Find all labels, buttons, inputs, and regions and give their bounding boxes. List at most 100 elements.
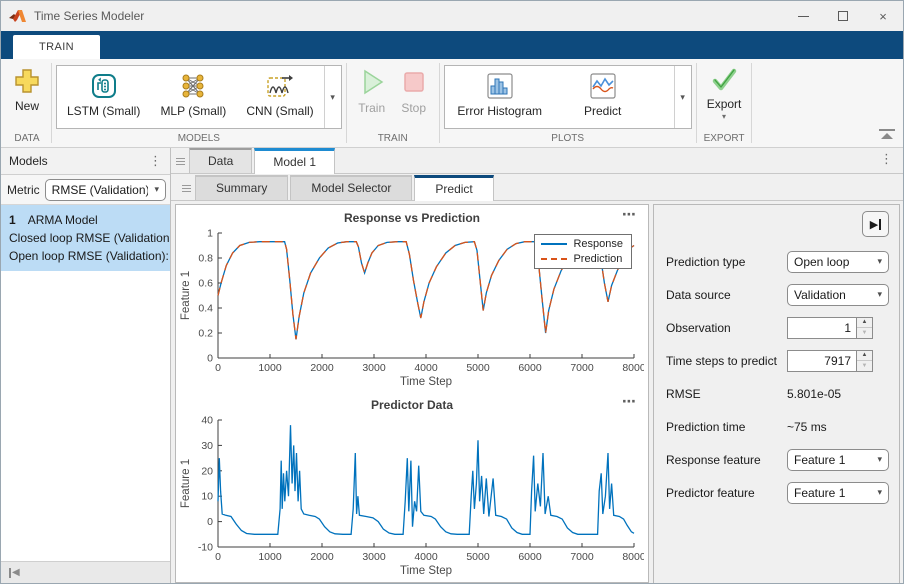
tab-summary[interactable]: Summary xyxy=(195,175,288,200)
metric-row: Metric RMSE (Validation) ▾ xyxy=(1,175,170,205)
section-models-label: MODELS xyxy=(176,131,222,147)
collapse-panel-left-button[interactable]: ◀ xyxy=(9,567,20,578)
toolstrip-divider xyxy=(751,63,752,143)
collapse-left-icon: ◀ xyxy=(12,567,20,578)
x-tick-label: 2000 xyxy=(310,362,334,374)
y-tick-label: 1 xyxy=(207,228,213,240)
model-list: 1 ARMA Model Closed loop RMSE (Validatio… xyxy=(1,205,170,561)
spinner-up-icon[interactable]: ▲ xyxy=(857,318,872,329)
chart-title: Predictor Data xyxy=(371,398,453,412)
section-models: LSTM (Small) xyxy=(52,59,346,147)
chevron-down-icon: ▾ xyxy=(680,92,685,103)
panel-menu-icon[interactable]: ⋮ xyxy=(149,154,162,169)
model-template-lstm[interactable]: LSTM (Small) xyxy=(57,66,150,128)
tab-train[interactable]: TRAIN xyxy=(13,35,100,59)
models-gallery-dropdown-button[interactable]: ▾ xyxy=(324,66,341,128)
y-axis-label: Feature 1 xyxy=(180,271,192,320)
predict-plot-icon xyxy=(588,71,618,101)
predict-options-panel: ▶ Prediction type Open loop ▾ Data sourc… xyxy=(653,204,900,583)
model-template-cnn[interactable]: CNN (Small) xyxy=(236,66,323,128)
train-button[interactable]: Train xyxy=(351,63,393,119)
window-title: Time Series Modeler xyxy=(34,9,783,23)
model-list-item-selected[interactable]: 1 ARMA Model Closed loop RMSE (Validatio… xyxy=(1,205,170,271)
predictor-feature-row: Predictor feature Feature 1 ▾ xyxy=(666,476,889,509)
models-panel-title: Models xyxy=(9,154,48,168)
spinner-up-icon[interactable]: ▲ xyxy=(857,351,872,362)
x-tick-label: 4000 xyxy=(414,362,438,374)
y-tick-label: 0 xyxy=(207,353,213,365)
x-tick-label: 7000 xyxy=(570,551,594,563)
y-tick-label: 0 xyxy=(207,516,213,528)
models-panel-header: Models ⋮ xyxy=(1,148,170,175)
app-window: Time Series Modeler × TRAIN New DATA xyxy=(0,0,904,584)
predict-tab-content: Response vs Prediction ⋯ 0 1000 2000 3000 40… xyxy=(171,201,903,583)
chart-predictor-data: Predictor Data ⋯ 01000200030004000500060… xyxy=(178,394,646,582)
rmse-row: RMSE 5.801e-05 xyxy=(666,377,889,410)
response-feature-value: Feature 1 xyxy=(794,453,871,467)
spinner-down-icon[interactable]: ▼ xyxy=(857,361,872,371)
collapse-right-bar xyxy=(879,219,881,230)
metric-dropdown[interactable]: RMSE (Validation) ▾ xyxy=(45,179,166,201)
data-source-dropdown[interactable]: Validation ▾ xyxy=(787,284,889,306)
tab-model-selector[interactable]: Model Selector xyxy=(290,175,412,200)
stop-button-label: Stop xyxy=(401,101,426,115)
rmse-label: RMSE xyxy=(666,387,787,401)
prediction-type-dropdown[interactable]: Open loop ▾ xyxy=(787,251,889,273)
y-tick-label: 0.2 xyxy=(198,328,213,340)
x-tick-label: 3000 xyxy=(362,362,386,374)
chart-options-icon[interactable]: ⋯ xyxy=(622,207,636,223)
chevron-down-icon: ▾ xyxy=(330,92,335,103)
plots-gallery: Error Histogram Predict ▾ xyxy=(444,65,692,129)
cnn-icon xyxy=(265,71,295,101)
x-tick-label: 6000 xyxy=(518,551,542,563)
prediction-time-value: ~75 ms xyxy=(787,420,889,434)
section-train: Train Stop TRAIN xyxy=(347,59,439,147)
spinner-down-icon[interactable]: ▼ xyxy=(857,328,872,338)
models-panel-footer: ◀ xyxy=(1,561,170,583)
document-menu-icon[interactable]: ⋮ xyxy=(880,152,903,173)
data-source-label: Data source xyxy=(666,288,787,302)
observation-spinner: ▲ ▼ xyxy=(787,317,873,339)
document-tab-bar: Data Model 1 ⋮ xyxy=(171,148,903,174)
y-tick-label: 0.8 xyxy=(198,253,213,265)
plot-predict[interactable]: Predict xyxy=(555,66,651,128)
plots-gallery-dropdown-button[interactable]: ▾ xyxy=(674,66,691,128)
chart-title: Response vs Prediction xyxy=(344,211,480,225)
maximize-button[interactable] xyxy=(823,1,863,31)
collapse-panel-right-button[interactable]: ▶ xyxy=(862,211,889,237)
export-button[interactable]: Export ▾ xyxy=(701,63,748,125)
plot-error-histogram[interactable]: Error Histogram xyxy=(445,66,555,128)
minimize-button[interactable] xyxy=(783,1,823,31)
prediction-time-row: Prediction time ~75 ms xyxy=(666,410,889,443)
rmse-value: 5.801e-05 xyxy=(787,387,889,401)
tab-data[interactable]: Data xyxy=(189,147,252,173)
section-plots-label: PLOTS xyxy=(549,131,586,147)
y-tick-label: 0.6 xyxy=(198,278,213,290)
time-steps-input[interactable] xyxy=(787,350,856,372)
new-plus-icon xyxy=(13,67,41,95)
response-feature-dropdown[interactable]: Feature 1 ▾ xyxy=(787,449,889,471)
stop-icon xyxy=(399,67,429,97)
tab-model-1[interactable]: Model 1 xyxy=(254,148,335,174)
tab-predict[interactable]: Predict xyxy=(414,175,493,201)
charts-panel: Response vs Prediction ⋯ 0 1000 2000 3000 40… xyxy=(175,204,649,583)
lstm-icon xyxy=(89,71,119,101)
predictor-data-plot: 010002000300040005000600070008000-100102… xyxy=(178,415,644,577)
time-steps-spinner: ▲ ▼ xyxy=(787,350,873,372)
collapse-ribbon-button[interactable] xyxy=(879,129,895,141)
section-data-label: DATA xyxy=(12,131,41,147)
collapse-ribbon-arrow xyxy=(881,133,893,139)
new-button[interactable]: New xyxy=(7,63,47,117)
export-check-icon xyxy=(710,67,738,93)
model-template-label: MLP (Small) xyxy=(160,105,226,119)
x-tick-label: 1000 xyxy=(258,362,282,374)
stop-button[interactable]: Stop xyxy=(393,63,435,119)
close-button[interactable]: × xyxy=(863,1,903,31)
model-template-mlp[interactable]: MLP (Small) xyxy=(150,66,236,128)
predictor-feature-dropdown[interactable]: Feature 1 ▾ xyxy=(787,482,889,504)
minimize-icon xyxy=(798,16,809,17)
y-tick-label: 20 xyxy=(201,465,213,477)
observation-input[interactable] xyxy=(787,317,856,339)
window-controls: × xyxy=(783,1,903,31)
chart-options-icon[interactable]: ⋯ xyxy=(622,394,636,410)
